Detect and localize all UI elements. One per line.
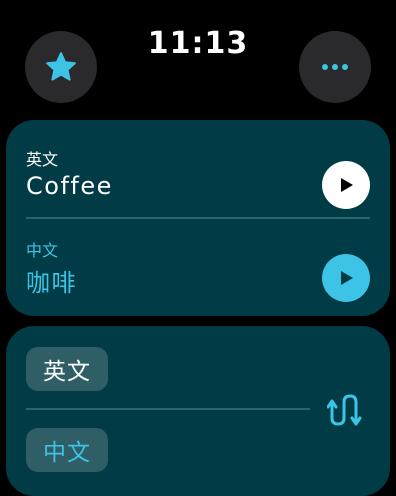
divider — [26, 217, 370, 219]
translation-card: 英文 Coffee 中文 咖啡 — [6, 120, 390, 316]
play-target-button[interactable] — [322, 254, 370, 302]
play-source-button[interactable] — [322, 161, 370, 209]
target-text: 咖啡 — [26, 269, 77, 297]
more-options-button[interactable] — [299, 31, 371, 103]
language-selector-card: 英文 中文 — [6, 326, 390, 496]
swap-arrows-icon — [327, 394, 362, 426]
source-language-label: 英文 — [26, 150, 59, 169]
target-language-button[interactable]: 中文 — [26, 428, 108, 472]
divider — [26, 408, 310, 410]
source-language-button[interactable]: 英文 — [26, 347, 108, 391]
target-language-label: 中文 — [26, 241, 59, 260]
ellipsis-icon — [322, 64, 348, 70]
source-text: Coffee — [26, 172, 113, 200]
play-icon — [341, 178, 353, 192]
play-icon — [341, 271, 353, 285]
swap-languages-button[interactable] — [326, 390, 366, 430]
